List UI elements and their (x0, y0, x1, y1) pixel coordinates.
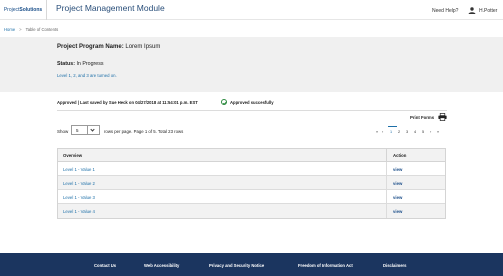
overview-link[interactable]: Level 1 - Value 2 (63, 181, 95, 186)
program-status: Status: In Progress (57, 61, 104, 67)
page-button-2[interactable]: 2 (398, 130, 400, 134)
rows-per-page-value: 5 (76, 128, 79, 133)
status-label: Status: (57, 61, 75, 67)
app-title: Project Management Module (56, 3, 165, 13)
column-divider (386, 162, 387, 175)
check-circle-icon (221, 99, 227, 105)
view-link[interactable]: view (393, 209, 402, 214)
table-row: Level 1 - Value 4 view (58, 204, 445, 218)
logo[interactable]: ProjectSolutions (0, 0, 47, 20)
section-divider (57, 110, 447, 111)
rows-info: rows per page. Page 1 of 5. Total 23 row… (104, 129, 184, 134)
select-divider (87, 126, 88, 134)
overview-link[interactable]: Level 1 - Value 4 (63, 209, 95, 214)
app-header: ProjectSolutions Project Management Modu… (0, 0, 503, 20)
table-header: Overview Action (58, 149, 445, 162)
column-divider (386, 149, 387, 161)
breadcrumb-home-link[interactable]: Home (4, 27, 15, 32)
table-row: Level 1 - Value 2 view (58, 176, 445, 190)
rows-per-page-select[interactable]: 5 (71, 125, 100, 135)
prev-page-button[interactable]: ‹ (382, 130, 383, 134)
approval-status-text: Approved | Last saved by Sue Heck on 04/… (57, 100, 198, 105)
view-link[interactable]: view (393, 167, 402, 172)
page-button-4[interactable]: 4 (414, 130, 416, 134)
breadcrumb-separator: > (19, 26, 22, 32)
footer-link-privacy[interactable]: Privacy and Security Notice (209, 263, 264, 268)
printer-icon[interactable] (438, 113, 447, 121)
print-forms-label[interactable]: Print Forms (410, 115, 434, 120)
column-divider (386, 176, 387, 189)
user-name[interactable]: H.Potter (479, 8, 497, 14)
breadcrumb: Home > Table of Contents (0, 21, 503, 37)
overview-column-header: Overview (63, 153, 83, 158)
current-page-indicator (388, 126, 397, 128)
program-name-value: Lorem Ipsum (125, 44, 161, 50)
action-column-header: Action (393, 153, 407, 158)
status-value: In Progress (76, 61, 104, 67)
user-icon[interactable] (468, 7, 476, 14)
overview-link[interactable]: Level 1 - Value 1 (63, 167, 95, 172)
view-link[interactable]: view (393, 195, 402, 200)
site-footer: Contact Us Web Accessibility Privacy and… (0, 253, 503, 276)
footer-link-foia[interactable]: Freedom of Information Act (298, 263, 353, 268)
footer-link-disclaimers[interactable]: Disclaimers (383, 263, 407, 268)
chevron-down-icon[interactable] (90, 126, 95, 132)
overview-link[interactable]: Level 1 - Value 3 (63, 195, 95, 200)
column-divider (386, 190, 387, 203)
program-name-label: Project Program Name: (57, 44, 124, 50)
page-button-5[interactable]: 5 (422, 130, 424, 134)
page-button-1[interactable]: 1 (390, 130, 392, 134)
first-page-button[interactable]: « (376, 130, 378, 134)
need-help-link[interactable]: Need Help? (432, 8, 458, 14)
program-name: Project Program Name: Lorem Ipsum (57, 44, 160, 50)
footer-link-contact-us[interactable]: Contact Us (94, 263, 116, 268)
approval-success-text: Approved succesfully (230, 100, 274, 105)
levels-note: Level 1, 2, and 3 are turned on. (57, 73, 117, 78)
table-row: Level 1 - Value 1 view (58, 162, 445, 176)
program-summary-panel: Project Program Name: Lorem Ipsum Status… (0, 37, 503, 92)
overview-table: Overview Action Level 1 - Value 1 view L… (57, 148, 446, 219)
logo-text: ProjectSolutions (4, 7, 42, 13)
next-page-button[interactable]: › (430, 130, 431, 134)
view-link[interactable]: view (393, 181, 402, 186)
logo-suffix: Solutions (19, 7, 43, 13)
page-button-3[interactable]: 3 (406, 130, 408, 134)
breadcrumb-current: Table of Contents (25, 26, 59, 32)
column-divider (386, 204, 387, 218)
show-label: Show (57, 129, 69, 134)
footer-link-web-accessibility[interactable]: Web Accessibility (144, 263, 179, 268)
last-page-button[interactable]: » (437, 130, 439, 134)
table-row: Level 1 - Value 3 view (58, 190, 445, 204)
logo-prefix: Project (3, 7, 20, 13)
